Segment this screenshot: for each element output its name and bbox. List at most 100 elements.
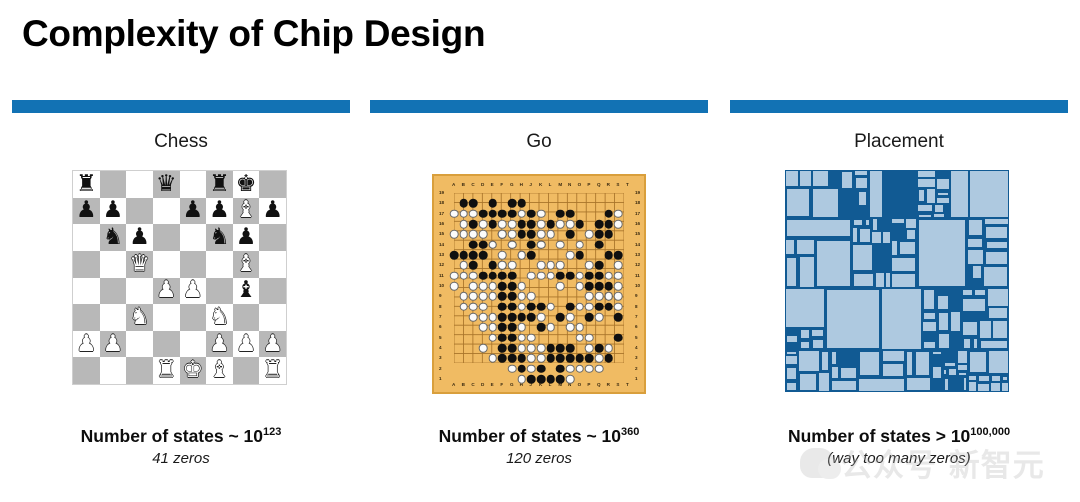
placement-block — [906, 218, 916, 229]
go-column-label: G — [510, 382, 514, 387]
go-stone-black — [604, 250, 613, 260]
column-rule-chess — [12, 100, 350, 113]
placement-block — [969, 382, 977, 391]
placement-block — [986, 241, 1007, 249]
go-column-label: P — [587, 182, 591, 187]
go-column-label: E — [490, 382, 494, 387]
placement-block — [969, 220, 982, 235]
placement-block — [985, 219, 1008, 225]
go-column-label: T — [626, 182, 629, 187]
go-stone-white — [556, 240, 565, 249]
go-stone-black — [507, 333, 517, 342]
placement-block — [970, 352, 986, 373]
placement-block — [958, 372, 967, 375]
chess-piece: ♟ — [182, 197, 204, 224]
chess-square — [232, 304, 260, 331]
go-stone-black — [594, 281, 604, 291]
chess-piece: ♚ — [182, 357, 204, 384]
chess-square — [152, 304, 180, 331]
placement-block — [859, 192, 867, 206]
chess-square: ♜ — [259, 357, 286, 384]
go-stone-white — [565, 312, 575, 322]
placement-block — [872, 231, 882, 243]
go-stone-white — [478, 230, 488, 239]
placement-block — [800, 342, 809, 349]
go-column-label: G — [510, 182, 514, 187]
go-column-label: S — [616, 382, 620, 387]
go-stone-black — [604, 219, 613, 229]
go-column-label: K — [539, 382, 543, 387]
go-stone-black — [517, 199, 526, 208]
go-row-label: 7 — [439, 314, 442, 319]
go-stone-black — [594, 302, 604, 311]
go-stone-white — [536, 261, 546, 270]
placement-block — [963, 289, 972, 296]
go-stone-white — [614, 292, 623, 301]
placement-block — [973, 266, 982, 278]
go-stone-white — [594, 312, 604, 322]
placement-block — [944, 363, 955, 367]
placement-block — [785, 288, 825, 328]
chess-square — [179, 250, 207, 278]
go-column-label: F — [500, 382, 504, 387]
go-stone-black — [498, 343, 507, 353]
placement-block — [799, 374, 817, 391]
go-stone-black — [498, 323, 507, 332]
go-stone-black — [507, 209, 517, 218]
placement-block — [906, 378, 930, 391]
placement-block — [883, 364, 903, 376]
chess-square — [99, 250, 127, 278]
go-stone-white — [449, 281, 459, 291]
placement-block — [854, 273, 874, 286]
placement-block — [980, 320, 991, 339]
go-stone-black — [594, 261, 604, 270]
placement-block — [968, 238, 983, 247]
go-stone-black — [517, 312, 526, 322]
go-column-label: K — [539, 182, 543, 187]
go-stone-black — [565, 302, 575, 311]
placement-block — [981, 341, 1007, 348]
placement-block — [860, 352, 879, 376]
placement-block — [978, 383, 990, 392]
go-stone-black — [585, 271, 594, 280]
go-stone-black — [565, 354, 575, 363]
chess-piece: ♛ — [155, 170, 177, 197]
go-stone-white — [517, 323, 526, 332]
go-column-label: A — [452, 382, 456, 387]
placement-block — [934, 214, 944, 217]
chess-square — [73, 277, 100, 305]
go-stone-white — [546, 323, 555, 332]
chess-piece: ♝ — [235, 277, 257, 304]
placement-block — [963, 339, 970, 348]
placement-block — [958, 365, 967, 370]
placement-block — [917, 179, 936, 188]
column-title-placement: Placement — [854, 131, 944, 152]
go-stone-white — [575, 281, 584, 291]
placement-block — [951, 171, 968, 217]
chess-square — [99, 277, 127, 305]
go-column-label: H — [519, 382, 523, 387]
go-stone-white — [546, 230, 555, 239]
go-stone-black — [498, 271, 507, 280]
go-column-label: L — [548, 182, 552, 187]
go-stone-white — [594, 292, 604, 301]
placement-block — [963, 378, 967, 391]
chess-square: ♚ — [232, 170, 260, 198]
go-row-label: 9 — [439, 293, 442, 299]
placement-block — [926, 189, 936, 203]
chess-square — [99, 171, 127, 198]
go-row-label: 17 — [635, 210, 641, 216]
go-stone-black — [604, 230, 613, 239]
placement-block — [944, 378, 949, 390]
go-stone-white — [614, 281, 623, 291]
placement-block — [963, 321, 978, 336]
go-stone-white — [575, 323, 584, 332]
go-stone-black — [594, 219, 604, 229]
go-stone-black — [478, 271, 488, 280]
go-stone-black — [517, 354, 526, 363]
chess-piece: ♚ — [235, 170, 257, 197]
placement-block — [855, 178, 867, 188]
go-stone-black — [614, 312, 623, 322]
go-stone-white — [585, 364, 594, 373]
placement-block — [949, 369, 956, 376]
